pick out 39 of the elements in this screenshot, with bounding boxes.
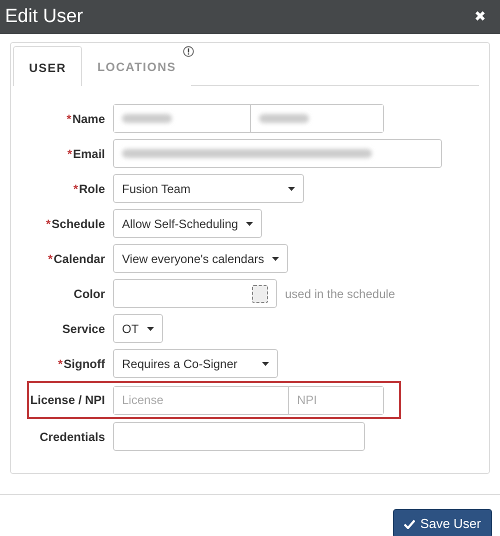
field-label: Service: [62, 322, 105, 336]
required-mark: *: [48, 252, 53, 266]
required-mark: *: [73, 182, 78, 196]
field-label: Calendar: [54, 252, 105, 266]
input-field[interactable]: [113, 139, 442, 168]
close-button[interactable]: ✖: [474, 9, 486, 25]
select-dropdown[interactable]: Allow Self-Scheduling: [113, 209, 262, 238]
tab[interactable]: USER: [13, 46, 82, 86]
required-mark: *: [67, 146, 72, 160]
input-group[interactable]: License NPI: [113, 386, 384, 414]
select-dropdown[interactable]: View everyone's calendars: [113, 244, 288, 273]
window-title: Edit User: [5, 6, 84, 28]
input-field[interactable]: [250, 105, 383, 132]
save-button[interactable]: Save User: [393, 509, 492, 536]
input-field[interactable]: [113, 422, 365, 451]
select-dropdown[interactable]: OT: [113, 314, 163, 343]
required-mark: *: [58, 356, 63, 370]
select-dropdown[interactable]: Requires a Co-Signer: [113, 349, 278, 378]
color-field[interactable]: [113, 279, 277, 308]
caret-icon: [262, 362, 269, 366]
select-dropdown[interactable]: Fusion Team: [113, 174, 304, 203]
input-field[interactable]: NPI: [288, 386, 383, 414]
field-label: Schedule: [52, 216, 105, 230]
check-icon: [404, 518, 416, 528]
caret-icon: [288, 186, 295, 190]
caret-icon: [146, 326, 154, 330]
field-label: Name: [72, 112, 105, 126]
color-swatch[interactable]: [252, 284, 268, 302]
field-label: Credentials: [40, 430, 105, 444]
field-label: Role: [78, 182, 105, 196]
required-mark: *: [46, 216, 51, 230]
caret-icon: [246, 222, 254, 226]
field-label: Email: [72, 146, 105, 160]
field-label: Signoff: [64, 356, 105, 370]
caret-icon: [272, 256, 280, 260]
required-mark: *: [66, 112, 72, 126]
hint-text: used in the schedule: [285, 286, 396, 300]
field-label: Color: [74, 286, 105, 300]
field-label: License / NPI: [30, 393, 105, 407]
